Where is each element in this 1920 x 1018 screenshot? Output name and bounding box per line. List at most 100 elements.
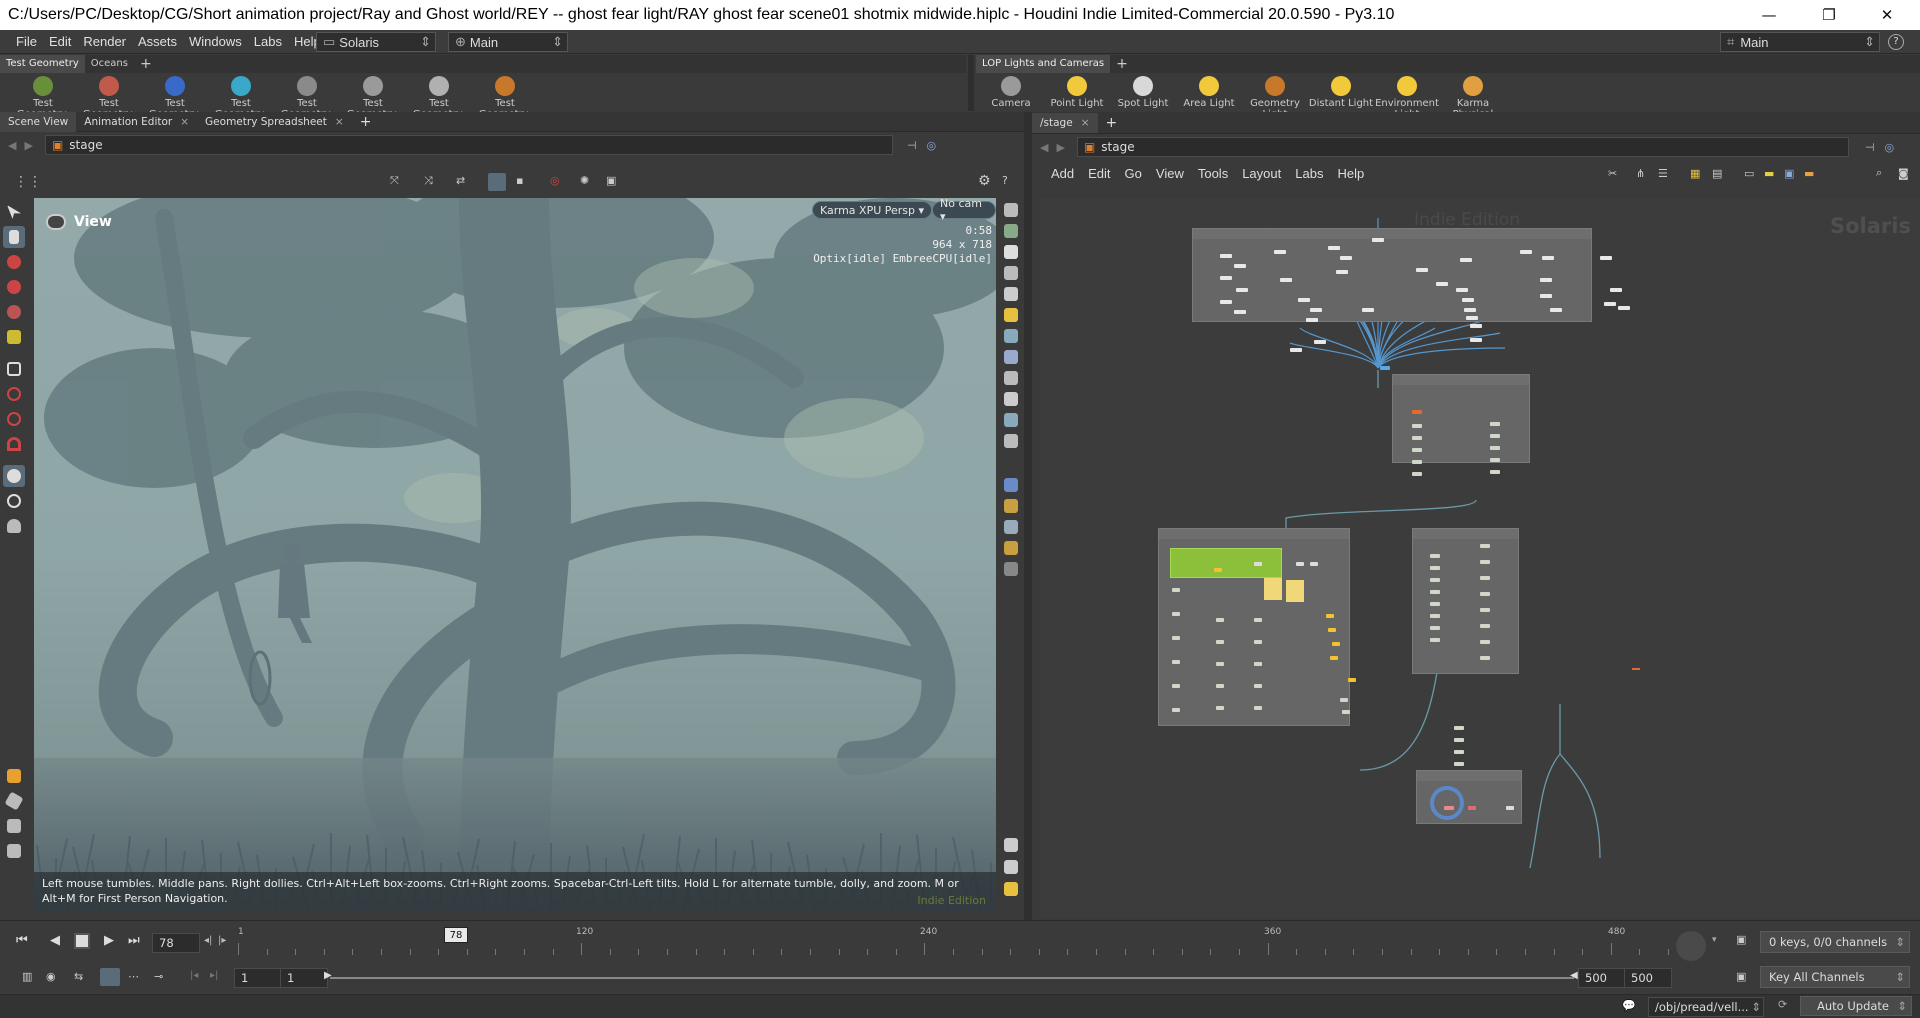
key-all-channels-button[interactable]: Key All Channels ⇕ xyxy=(1760,966,1910,988)
graph-node[interactable] xyxy=(1480,560,1490,564)
loop-icon[interactable]: ⇆ xyxy=(74,970,83,983)
light-tool-icon[interactable] xyxy=(3,515,25,537)
sync-icon[interactable]: ⇄ xyxy=(456,174,465,187)
folder-icon[interactable]: ▬ xyxy=(1804,167,1814,180)
graph-node[interactable] xyxy=(1490,446,1500,450)
graph-node[interactable] xyxy=(1340,698,1348,702)
record-icon[interactable]: ◎ xyxy=(550,174,560,187)
green-sticky-note[interactable] xyxy=(1170,548,1282,578)
add-shelf-tab-button[interactable]: + xyxy=(134,55,158,73)
light-icon[interactable]: ✺ xyxy=(580,174,589,187)
paint-tool-icon[interactable] xyxy=(3,790,25,812)
right-path-field[interactable]: ▣ stage xyxy=(1076,137,1849,157)
graph-node[interactable] xyxy=(1490,470,1500,474)
yellow-sticky-note[interactable] xyxy=(1264,578,1282,600)
display-option-icon[interactable] xyxy=(1004,434,1018,448)
auto-update-button[interactable]: Auto Update ⇕ xyxy=(1800,996,1912,1016)
graph-node[interactable] xyxy=(1254,640,1262,644)
scale-tool-icon[interactable] xyxy=(3,301,25,323)
graph-node[interactable] xyxy=(1470,338,1482,342)
graph-node[interactable] xyxy=(1480,608,1490,612)
tile-view-icon[interactable]: ▤ xyxy=(1712,167,1722,180)
graph-node[interactable] xyxy=(1172,636,1180,640)
graph-node[interactable] xyxy=(1220,300,1232,304)
current-frame-field[interactable]: 78 xyxy=(152,933,200,953)
net-menu-edit[interactable]: Edit xyxy=(1081,166,1117,181)
end-frame-field[interactable]: 500 xyxy=(1578,968,1626,988)
display-flag-node[interactable] xyxy=(1430,786,1464,820)
graph-node[interactable] xyxy=(1310,308,1322,312)
channel-icon[interactable]: ▣ xyxy=(1736,970,1746,983)
rotate-tool-icon[interactable] xyxy=(3,276,25,298)
graph-node[interactable] xyxy=(1342,710,1350,714)
ticks-icon[interactable]: ⋯ xyxy=(128,970,139,983)
net-menu-layout[interactable]: Layout xyxy=(1235,166,1288,181)
range-start-icon[interactable]: |◂ xyxy=(190,970,198,981)
display-option-icon[interactable] xyxy=(1004,245,1018,259)
graph-node[interactable] xyxy=(1470,324,1482,328)
network-box-icon[interactable]: ▭ xyxy=(1744,167,1754,180)
camera-tool-icon[interactable] xyxy=(3,490,25,512)
graph-node[interactable] xyxy=(1480,656,1490,660)
graph-node[interactable] xyxy=(1430,602,1440,606)
render-icon[interactable]: ▣ xyxy=(606,174,616,187)
graph-node[interactable] xyxy=(1430,626,1440,630)
tab-scene-view[interactable]: Scene View xyxy=(0,111,77,132)
network-box-top[interactable] xyxy=(1192,228,1592,322)
graph-node[interactable] xyxy=(1520,250,1532,254)
grid-view-icon[interactable]: ▦ xyxy=(1690,167,1700,180)
stack-tool-icon[interactable] xyxy=(3,815,25,837)
display-option-icon[interactable] xyxy=(1004,478,1018,492)
graph-node[interactable] xyxy=(1462,298,1474,302)
view-tool-icon[interactable] xyxy=(3,465,25,487)
left-path-field[interactable]: ▣ stage xyxy=(44,135,893,155)
play-icon[interactable]: ▶ xyxy=(104,933,114,948)
layer-tool-icon[interactable] xyxy=(3,765,25,787)
graph-node[interactable] xyxy=(1412,424,1422,428)
display-option-icon[interactable] xyxy=(1004,350,1018,364)
desktop-right-dropdown[interactable]: ⌗ Main ⇕ xyxy=(1720,32,1880,52)
graph-node[interactable] xyxy=(1328,246,1340,250)
graph-node[interactable] xyxy=(1216,640,1224,644)
graph-node[interactable] xyxy=(1480,640,1490,644)
graph-node[interactable] xyxy=(1330,656,1338,660)
graph-node[interactable] xyxy=(1430,638,1440,642)
graph-node[interactable] xyxy=(1326,614,1334,618)
graph-node[interactable] xyxy=(1412,410,1422,414)
graph-node[interactable] xyxy=(1254,706,1262,710)
graph-node[interactable] xyxy=(1506,806,1514,810)
shelf-divider[interactable] xyxy=(968,55,974,111)
scope-dial-icon[interactable] xyxy=(1676,931,1706,961)
tree-icon[interactable]: ⋔ xyxy=(1636,167,1645,180)
minimize-button[interactable]: — xyxy=(1746,0,1792,30)
graph-node[interactable] xyxy=(1454,762,1464,766)
network-box-right[interactable] xyxy=(1412,528,1519,674)
graph-node[interactable] xyxy=(1336,270,1348,274)
close-tab-icon[interactable]: × xyxy=(1081,117,1090,129)
menu-labs[interactable]: Labs xyxy=(248,34,288,49)
camera-menu[interactable]: No cam ▾ xyxy=(932,198,996,223)
transform-tool-icon[interactable] xyxy=(3,251,25,273)
list-icon[interactable]: ☰ xyxy=(1658,167,1668,180)
graph-node[interactable] xyxy=(1216,706,1224,710)
graph-node[interactable] xyxy=(1480,624,1490,628)
start-frame-field-2[interactable]: 1 xyxy=(280,968,328,988)
net-menu-help[interactable]: Help xyxy=(1330,166,1371,181)
graph-node[interactable] xyxy=(1430,578,1440,582)
graph-node[interactable] xyxy=(1314,340,1326,344)
handle-tool-icon[interactable] xyxy=(3,326,25,348)
graph-node[interactable] xyxy=(1430,566,1440,570)
graph-node[interactable] xyxy=(1468,806,1476,810)
graph-node[interactable] xyxy=(1618,306,1630,310)
graph-node[interactable] xyxy=(1254,684,1262,688)
graph-node[interactable] xyxy=(1412,460,1422,464)
back-arrow-icon[interactable]: ◀ xyxy=(1040,141,1048,154)
tab-animation-editor[interactable]: Animation Editor × xyxy=(76,112,197,132)
graph-node[interactable] xyxy=(1540,278,1552,282)
graph-node[interactable] xyxy=(1490,458,1500,462)
help-icon[interactable]: ? xyxy=(1002,174,1008,187)
graph-node[interactable] xyxy=(1306,318,1318,322)
viewport-bottom-icon[interactable] xyxy=(1004,838,1018,852)
graph-node[interactable] xyxy=(1280,278,1292,282)
graph-node[interactable] xyxy=(1412,472,1422,476)
